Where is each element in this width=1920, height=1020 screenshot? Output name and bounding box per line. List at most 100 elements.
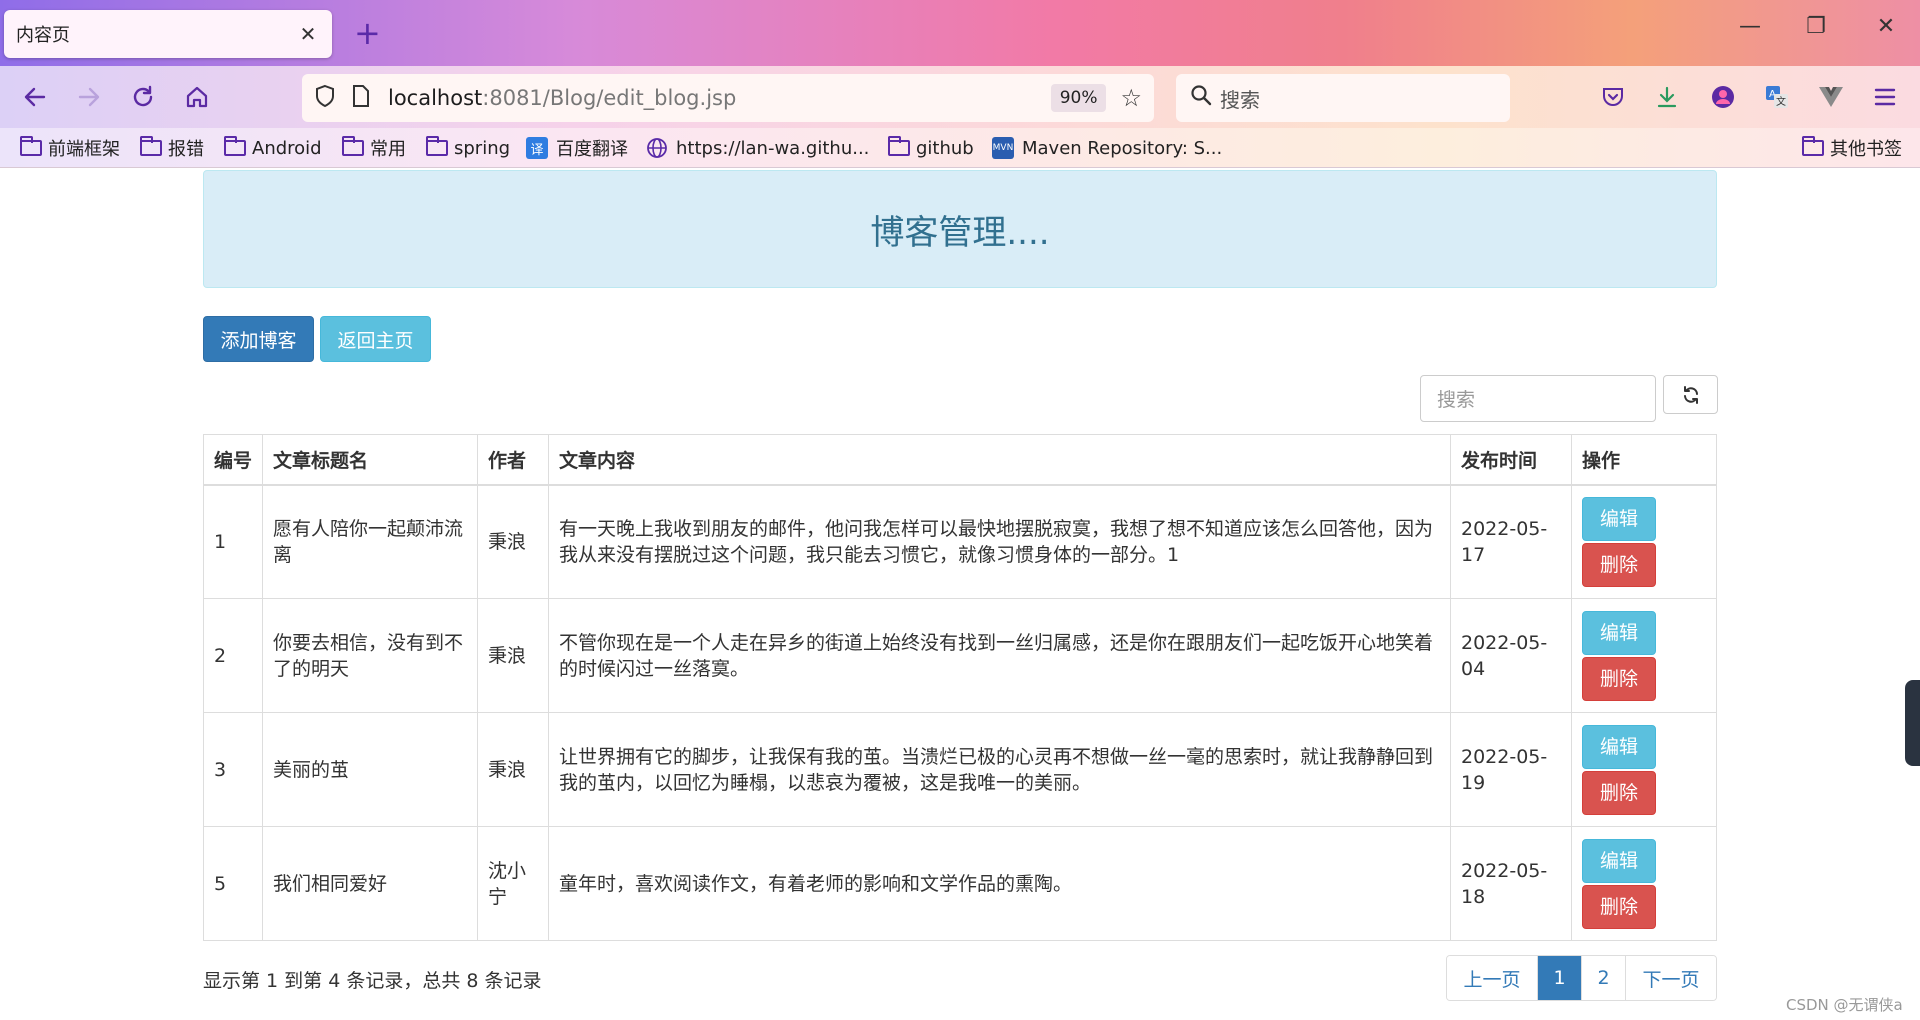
delete-button[interactable]: 删除 <box>1582 884 1656 929</box>
edit-button[interactable]: 编辑 <box>1582 496 1656 541</box>
cell-content: 不管你现在是一个人走在异乡的街道上始终没有找到一丝归属感，还是你在跟朋友们一起吃… <box>548 598 1451 713</box>
tab-content-page[interactable]: 内容页 ✕ <box>4 10 332 58</box>
reload-icon[interactable] <box>124 78 162 116</box>
home-icon[interactable] <box>178 78 216 116</box>
cell-author: 秉浪 <box>477 484 549 599</box>
edit-button[interactable]: 编辑 <box>1582 724 1656 769</box>
vue-devtools-icon[interactable] <box>1812 78 1850 116</box>
col-title-header[interactable]: 文章标题名 <box>262 434 478 486</box>
nav-bar: localhost:8081/Blog/edit_blog.jsp 90% ☆ … <box>0 66 1920 128</box>
bookmark-folder[interactable]: Android <box>224 134 322 162</box>
prev-page-button[interactable]: 上一页 <box>1447 956 1538 1000</box>
url-host: localhost <box>388 86 483 110</box>
globe-icon <box>646 137 668 159</box>
col-content-header[interactable]: 文章内容 <box>548 434 1451 486</box>
next-page-button[interactable]: 下一页 <box>1626 956 1716 1000</box>
tab-close-icon[interactable]: ✕ <box>296 22 320 46</box>
bookmark-link[interactable]: https://lan-wa.githu... <box>646 134 869 162</box>
cell-title: 美丽的茧 <box>262 712 478 827</box>
refresh-button[interactable] <box>1663 375 1718 414</box>
cell-date: 2022-05-17 <box>1450 484 1572 599</box>
back-home-button[interactable]: 返回主页 <box>320 316 431 362</box>
pocket-icon[interactable] <box>1594 78 1632 116</box>
edit-button[interactable]: 编辑 <box>1582 838 1656 883</box>
bookmark-label: 百度翻译 <box>556 139 628 160</box>
menu-icon[interactable] <box>1866 78 1904 116</box>
page-info-icon[interactable] <box>352 84 382 112</box>
cell-author: 秉浪 <box>477 598 549 713</box>
delete-button[interactable]: 删除 <box>1582 656 1656 701</box>
cell-title: 你要去相信，没有到不了的明天 <box>262 598 478 713</box>
bookmark-folder[interactable]: 报错 <box>140 134 204 162</box>
pagination-summary: 显示第 1 到第 4 条记录，总共 8 条记录 <box>203 970 542 992</box>
watermark: CSDN @无谓侠a <box>1786 996 1903 1014</box>
bookmark-folder[interactable]: 前端框架 <box>20 134 120 162</box>
new-tab-icon[interactable]: + <box>354 14 381 52</box>
cell-content: 童年时，喜欢阅读作文，有着老师的影响和文学作品的熏陶。 <box>548 826 1451 941</box>
maven-icon: MVN <box>992 137 1014 159</box>
cell-content: 让世界拥有它的脚步，让我保有我的茧。当溃烂已极的心灵再不想做一丝一毫的思索时，就… <box>548 712 1451 827</box>
side-panel-handle[interactable] <box>1905 680 1920 766</box>
url-path: :8081/Blog/edit_blog.jsp <box>482 86 737 110</box>
cell-author: 秉浪 <box>477 712 549 827</box>
pagination: 上一页 1 2 下一页 <box>1446 955 1717 1001</box>
delete-button[interactable]: 删除 <box>1582 770 1656 815</box>
bookmark-link[interactable]: 译百度翻译 <box>526 134 628 162</box>
minimize-icon[interactable]: — <box>1730 14 1770 39</box>
browser-search-bar[interactable]: 搜索 <box>1176 74 1510 122</box>
other-bookmarks-folder[interactable]: 其他书签 <box>1802 134 1902 162</box>
bookmark-folder[interactable]: spring <box>426 134 510 162</box>
col-date-header[interactable]: 发布时间 <box>1450 434 1572 486</box>
bookmark-link[interactable]: MVN Maven Repository: S... <box>992 134 1222 162</box>
bookmark-label: github <box>916 137 974 159</box>
cell-content: 有一天晚上我收到朋友的邮件，他问我怎样可以最快地摆脱寂寞，我想了想不知道应该怎么… <box>548 484 1451 599</box>
translate-icon[interactable]: A文 <box>1758 78 1796 116</box>
address-bar[interactable]: localhost:8081/Blog/edit_blog.jsp 90% ☆ <box>302 74 1154 122</box>
bookmark-label: https://lan-wa.githu... <box>676 137 870 159</box>
close-window-icon[interactable]: ✕ <box>1866 14 1906 39</box>
cell-id: 5 <box>203 826 263 941</box>
blog-table: 编号 文章标题名 作者 文章内容 发布时间 操作 1 愿有人陪你一起颠沛流离 秉… <box>203 434 1717 941</box>
cell-date: 2022-05-18 <box>1450 826 1572 941</box>
tab-strip: 内容页 ✕ + — ❐ ✕ <box>0 0 1920 66</box>
shield-icon[interactable] <box>314 84 340 113</box>
col-author-header[interactable]: 作者 <box>477 434 549 486</box>
search-input[interactable]: 搜索 <box>1420 375 1656 422</box>
zoom-level[interactable]: 90% <box>1050 84 1107 112</box>
url-text[interactable]: localhost:8081/Blog/edit_blog.jsp <box>388 86 1051 110</box>
bookmark-label: Maven Repository: S... <box>1022 137 1223 159</box>
delete-button[interactable]: 删除 <box>1582 542 1656 587</box>
folder-icon <box>140 136 162 156</box>
folder-icon <box>342 136 364 156</box>
cell-author: 沈小宁 <box>477 826 549 941</box>
table-row: 5 我们相同爱好 沈小宁 童年时，喜欢阅读作文，有着老师的影响和文学作品的熏陶。… <box>203 826 1717 941</box>
restore-icon[interactable]: ❐ <box>1796 14 1836 39</box>
table-header-row: 编号 文章标题名 作者 文章内容 发布时间 操作 <box>203 434 1717 486</box>
page-button-1[interactable]: 1 <box>1538 956 1582 1000</box>
bookmark-star-icon[interactable]: ☆ <box>1120 84 1142 112</box>
table-row: 3 美丽的茧 秉浪 让世界拥有它的脚步，让我保有我的茧。当溃烂已极的心灵再不想做… <box>203 712 1717 827</box>
col-actions-header: 操作 <box>1571 434 1717 486</box>
cell-id: 1 <box>203 484 263 599</box>
bookmark-folder[interactable]: 常用 <box>342 134 406 162</box>
cell-title: 我们相同爱好 <box>262 826 478 941</box>
header-banner: 博客管理.... <box>203 170 1717 288</box>
tab-title: 内容页 <box>16 25 70 46</box>
back-icon[interactable] <box>16 78 54 116</box>
folder-icon <box>224 136 246 156</box>
table-row: 2 你要去相信，没有到不了的明天 秉浪 不管你现在是一个人走在异乡的街道上始终没… <box>203 598 1717 713</box>
forward-icon[interactable] <box>70 78 108 116</box>
bookmark-folder[interactable]: github <box>888 134 974 162</box>
cell-actions: 编辑 删除 <box>1571 484 1717 599</box>
col-id-header[interactable]: 编号 <box>203 434 263 486</box>
account-icon[interactable] <box>1704 78 1742 116</box>
page-button-2[interactable]: 2 <box>1582 956 1626 1000</box>
cell-title: 愿有人陪你一起颠沛流离 <box>262 484 478 599</box>
cell-actions: 编辑 删除 <box>1571 598 1717 713</box>
bookmark-label: 常用 <box>370 139 406 160</box>
cell-date: 2022-05-19 <box>1450 712 1572 827</box>
folder-icon <box>888 136 910 156</box>
add-blog-button[interactable]: 添加博客 <box>203 316 314 362</box>
download-icon[interactable] <box>1648 78 1686 116</box>
edit-button[interactable]: 编辑 <box>1582 610 1656 655</box>
